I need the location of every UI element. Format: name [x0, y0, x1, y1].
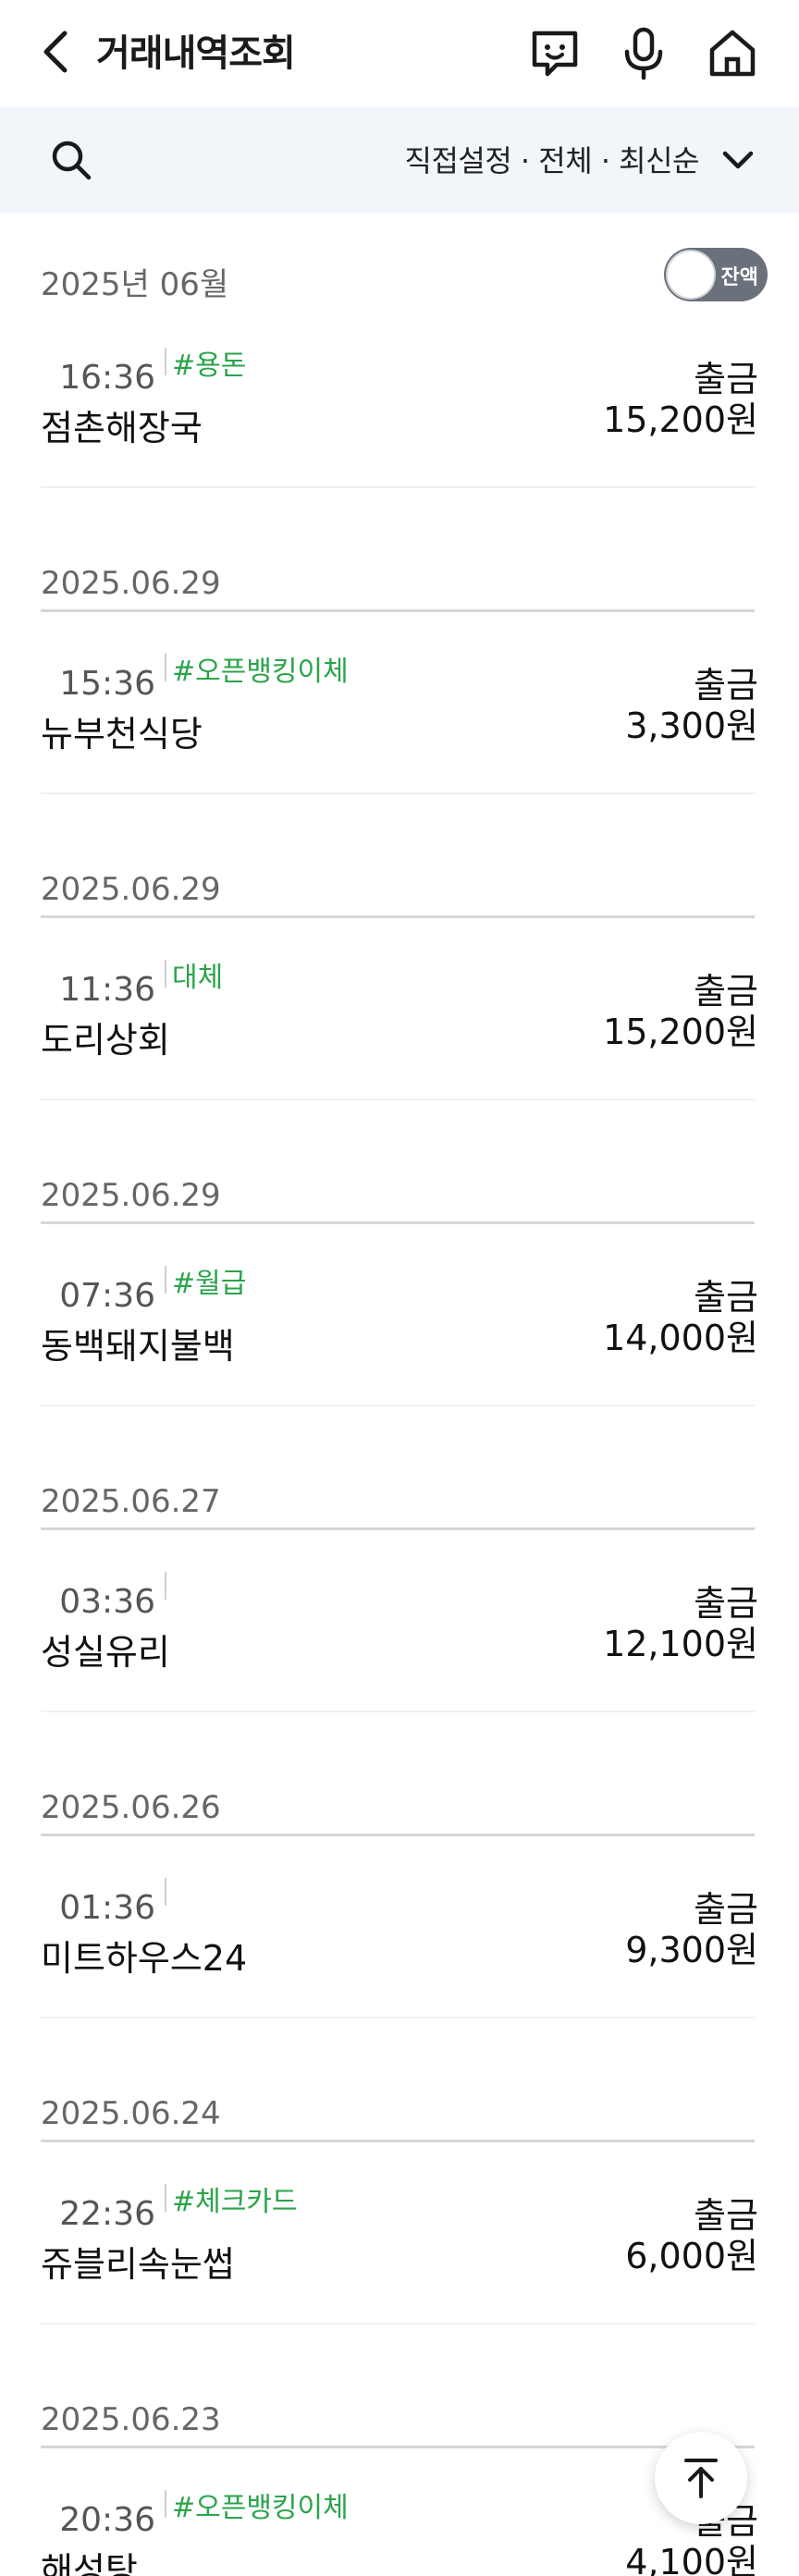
transaction-time: 01:36 — [59, 1889, 155, 1927]
app-header: 거래내역조회 — [0, 0, 799, 107]
date-header: 2025.06.29 — [41, 565, 221, 602]
transaction-tag[interactable]: #오픈뱅킹이체 — [172, 2490, 349, 2527]
transaction-name: 쥬블리속눈썹 — [41, 2244, 235, 2285]
transaction-time: 11:36 — [59, 971, 155, 1009]
transaction-tag[interactable]: 대체 — [172, 960, 223, 997]
transaction-row[interactable]: 22:36 #체크카드쥬블리속눈썹 출금 6,000원 — [0, 2178, 799, 2326]
transaction-amount: 3,300원 — [625, 705, 758, 746]
date-divider — [41, 1834, 755, 1836]
row-divider — [41, 2017, 755, 2018]
chevron-down-icon[interactable] — [719, 144, 756, 178]
transaction-amount: 4,100원 — [625, 2542, 758, 2576]
date-header: 2025.06.29 — [41, 1177, 221, 1214]
date-divider — [41, 1527, 755, 1530]
time-separator — [165, 348, 166, 375]
microphone-icon[interactable] — [614, 24, 673, 83]
transaction-name: 뉴부천식당 — [41, 714, 203, 754]
arrow-up-icon — [684, 2459, 718, 2498]
transaction-name: 성실유리 — [41, 1632, 170, 1673]
date-divider — [41, 915, 755, 918]
transaction-name: 점촌해장국 — [41, 408, 203, 448]
transaction-name: 해성탕 — [41, 2550, 138, 2576]
transaction-amount: 9,300원 — [625, 1930, 758, 1970]
row-divider — [41, 792, 755, 794]
date-header: 2025.06.29 — [41, 871, 221, 908]
time-separator — [165, 2184, 166, 2212]
transaction-time: 15:36 — [59, 665, 155, 703]
row-divider — [41, 1098, 755, 1100]
scroll-top-button[interactable] — [655, 2432, 747, 2524]
transaction-row[interactable]: 11:36 대체 도리상회 출금 15,200원 — [0, 954, 799, 1102]
date-header: 2025.06.26 — [41, 1789, 221, 1826]
date-divider — [41, 2140, 755, 2142]
transaction-kind: 출금 — [694, 665, 758, 705]
transaction-name: 도리상회 — [41, 1020, 170, 1061]
transaction-kind: 출금 — [694, 971, 758, 1012]
transaction-amount: 14,000원 — [603, 1318, 758, 1358]
transaction-tag[interactable]: #오픈뱅킹이체 — [172, 654, 349, 691]
transaction-kind: 출금 — [694, 1583, 758, 1624]
transaction-tag[interactable]: #용돈 — [172, 348, 246, 385]
transaction-kind: 출금 — [694, 1889, 758, 1930]
transaction-tag[interactable]: #월급 — [172, 1266, 246, 1303]
transaction-row[interactable]: 01:36 미트하우스24 출금 9,300원 — [0, 1872, 799, 2020]
transaction-name: 미트하우스24 — [41, 1938, 248, 1979]
transaction-row[interactable]: 03:36 성실유리 출금 12,100원 — [0, 1566, 799, 1714]
filter-summary[interactable]: 직접설정 · 전체 · 최신순 — [405, 141, 700, 181]
transaction-amount: 15,200원 — [603, 399, 758, 440]
transaction-time: 16:36 — [59, 359, 155, 397]
transaction-amount: 6,000원 — [625, 2236, 758, 2276]
row-divider — [41, 1711, 755, 1712]
transaction-time: 07:36 — [59, 1277, 155, 1315]
time-separator — [165, 960, 166, 987]
balance-toggle[interactable]: 잔액 — [664, 248, 768, 301]
date-header: 2025.06.24 — [41, 2095, 221, 2132]
time-separator — [165, 1572, 166, 1600]
chatbot-icon[interactable] — [525, 24, 584, 83]
transaction-name: 동백돼지불백 — [41, 1326, 235, 1367]
transaction-time: 03:36 — [59, 1583, 155, 1621]
row-divider — [41, 1405, 755, 1406]
transaction-kind: 출금 — [694, 359, 758, 399]
transaction-row[interactable]: 15:36 #오픈뱅킹이체뉴부천식당 출금 3,300원 — [0, 648, 799, 796]
date-header: 2025.06.23 — [41, 2401, 221, 2438]
time-separator — [165, 2490, 166, 2518]
balance-toggle-label: 잔액 — [720, 266, 758, 289]
date-divider — [41, 609, 755, 612]
search-icon[interactable] — [48, 137, 94, 183]
row-divider — [41, 2323, 755, 2325]
month-label: 2025년 06월 — [41, 266, 229, 303]
time-separator — [165, 654, 166, 681]
date-divider — [41, 2446, 755, 2448]
time-separator — [165, 1266, 166, 1294]
toggle-knob — [666, 250, 716, 300]
row-divider — [41, 486, 755, 488]
page-title: 거래내역조회 — [96, 32, 296, 75]
back-arrow-icon[interactable] — [37, 28, 74, 76]
transaction-tag[interactable]: #체크카드 — [172, 2184, 298, 2221]
transaction-time: 22:36 — [59, 2195, 155, 2233]
date-divider — [41, 1221, 755, 1224]
transaction-amount: 15,200원 — [603, 1012, 758, 1052]
home-icon[interactable] — [703, 24, 762, 83]
transaction-kind: 출금 — [694, 2195, 758, 2236]
time-separator — [165, 1878, 166, 1906]
transaction-row[interactable]: 16:36 #용돈점촌해장국 출금 15,200원 — [0, 342, 799, 490]
date-header: 2025.06.27 — [41, 1483, 221, 1520]
transaction-amount: 12,100원 — [603, 1624, 758, 1664]
transaction-kind: 출금 — [694, 1277, 758, 1318]
transaction-time: 20:36 — [59, 2501, 155, 2539]
transaction-row[interactable]: 07:36 #월급동백돼지불백 출금 14,000원 — [0, 1260, 799, 1408]
